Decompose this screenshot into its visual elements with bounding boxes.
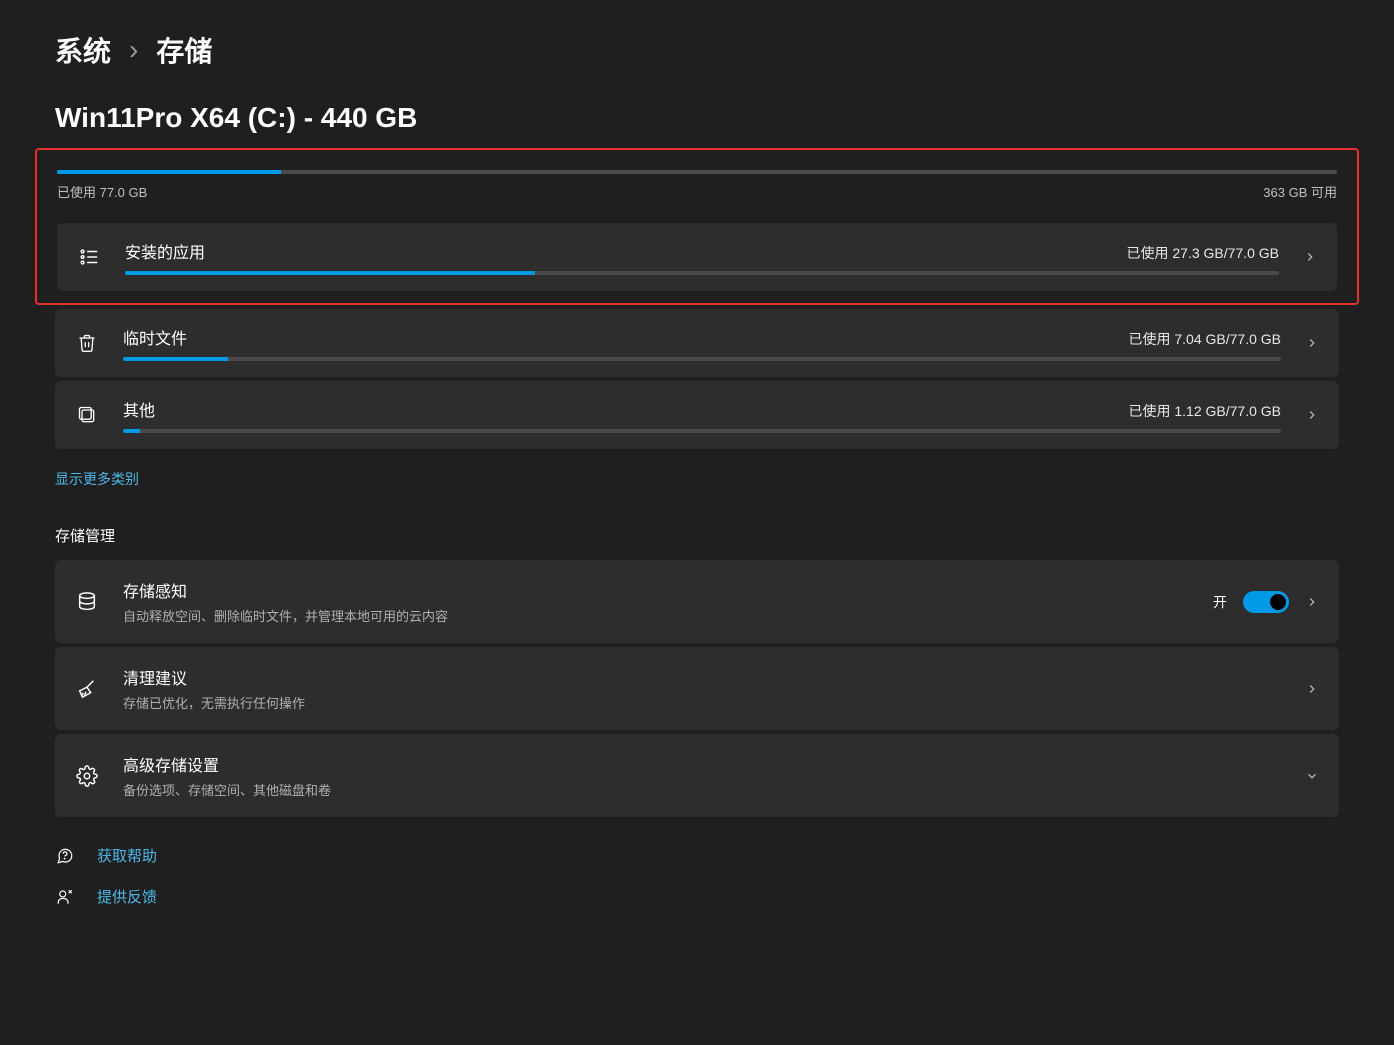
category-title: 临时文件 [123,325,187,349]
chevron-right-icon [1305,595,1319,609]
toggle-label: 开 [1213,592,1227,612]
drive-free-label: 363 GB 可用 [1263,182,1337,201]
mgmt-desc: 备份选项、存储空间、其他磁盘和卷 [123,780,1281,799]
storage-sense-toggle[interactable] [1243,591,1289,613]
help-link-label: 获取帮助 [97,845,157,866]
mgmt-desc: 存储已优化，无需执行任何操作 [123,693,1281,712]
show-more-categories-link[interactable]: 显示更多类别 [55,469,139,489]
category-title: 安装的应用 [125,239,205,263]
get-help-link[interactable]: 获取帮助 [55,845,1339,866]
help-icon [55,847,75,865]
feedback-link-label: 提供反馈 [97,886,157,907]
breadcrumb-current: 存储 [156,30,212,70]
category-title: 其他 [123,397,155,421]
category-bar [123,429,1281,433]
drive-used-label: 已使用 77.0 GB [57,182,147,201]
other-icon [75,405,99,425]
trash-icon [75,333,99,353]
chevron-down-icon [1305,769,1319,783]
chevron-right-icon [1305,682,1319,696]
gear-icon [75,765,99,787]
category-usage: 已使用 1.12 GB/77.0 GB [1128,401,1281,421]
advanced-storage-card[interactable]: 高级存储设置 备份选项、存储空间、其他磁盘和卷 [55,734,1339,817]
storage-management-heading: 存储管理 [55,525,1339,546]
category-installed-apps[interactable]: 安装的应用 已使用 27.3 GB/77.0 GB [57,223,1337,291]
category-temp-files[interactable]: 临时文件 已使用 7.04 GB/77.0 GB [55,309,1339,377]
feedback-icon [55,888,75,906]
category-usage: 已使用 27.3 GB/77.0 GB [1126,243,1279,263]
apps-icon [77,246,101,268]
mgmt-title: 高级存储设置 [123,752,1281,776]
drive-usage-bar [57,170,1337,174]
chevron-right-icon [1305,336,1319,350]
highlighted-region: 已使用 77.0 GB 363 GB 可用 安装的应用 已使用 27.3 GB/… [35,148,1359,305]
storage-sense-card[interactable]: 存储感知 自动释放空间、删除临时文件，并管理本地可用的云内容 开 [55,560,1339,643]
cleanup-recommendations-card[interactable]: 清理建议 存储已优化，无需执行任何操作 [55,647,1339,730]
feedback-link[interactable]: 提供反馈 [55,886,1339,907]
category-bar [125,271,1279,275]
mgmt-title: 清理建议 [123,665,1281,689]
category-usage: 已使用 7.04 GB/77.0 GB [1128,329,1281,349]
breadcrumb-parent[interactable]: 系统 [55,30,111,70]
mgmt-title: 存储感知 [123,578,1189,602]
chevron-right-icon [1305,408,1319,422]
category-bar [123,357,1281,361]
mgmt-desc: 自动释放空间、删除临时文件，并管理本地可用的云内容 [123,606,1189,625]
chevron-right-icon [1303,250,1317,264]
database-icon [75,591,99,613]
broom-icon [75,678,99,700]
breadcrumb: 系统 › 存储 [55,30,1339,70]
chevron-right-icon: › [129,34,138,66]
category-other[interactable]: 其他 已使用 1.12 GB/77.0 GB [55,381,1339,449]
drive-title: Win11Pro X64 (C:) - 440 GB [55,102,1339,134]
